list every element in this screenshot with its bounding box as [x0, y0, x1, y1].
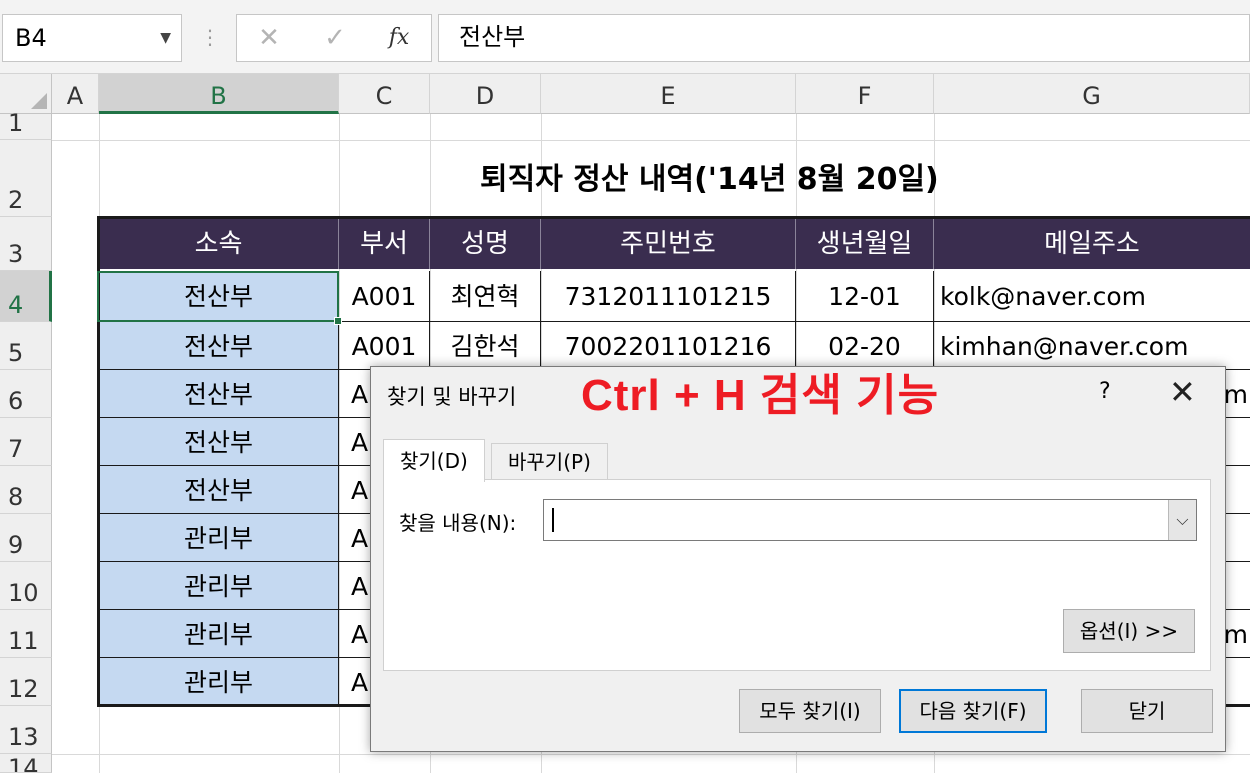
sheet-title: 퇴직자 정산 내역('14년 8월 20일) — [480, 162, 939, 197]
find-next-button[interactable]: 다음 찾기(F) — [899, 689, 1047, 733]
row-header[interactable]: 10 — [0, 562, 52, 610]
tab-replace[interactable]: 바꾸기(P) — [491, 443, 608, 479]
select-all-corner[interactable] — [0, 74, 52, 114]
tab-find[interactable]: 찾기(D) — [383, 439, 485, 482]
column-header-e[interactable]: E — [541, 74, 796, 114]
find-replace-dialog: 찾기 및 바꾸기 Ctrl + H 검색 기능 ? ✕ 찾기(D) 바꾸기(P)… — [370, 366, 1226, 752]
close-button[interactable]: 닫기 — [1081, 689, 1213, 733]
name-box[interactable]: B4 ▼ — [2, 14, 182, 62]
options-button[interactable]: 옵션(I) >> — [1063, 609, 1195, 653]
row-header[interactable]: 8 — [0, 466, 52, 514]
more-icon: ⋮ — [200, 25, 220, 49]
find-what-label: 찾을 내용(N): — [399, 511, 517, 535]
row-header[interactable]: 11 — [0, 610, 52, 658]
name-box-value: B4 — [15, 24, 47, 52]
annotation-overlay: Ctrl + H 검색 기능 — [581, 371, 940, 420]
find-what-input[interactable]: ⌵ — [543, 499, 1197, 541]
row-header[interactable]: 2 — [0, 140, 52, 217]
column-header-b[interactable]: B — [99, 74, 339, 114]
help-icon[interactable]: ? — [1099, 379, 1111, 404]
row-header[interactable]: 7 — [0, 418, 52, 466]
find-all-button[interactable]: 모두 찾기(I) — [739, 689, 881, 733]
dialog-title: 찾기 및 바꾸기 — [387, 385, 517, 409]
column-header-f[interactable]: F — [796, 74, 934, 114]
formula-input[interactable]: 전산부 — [438, 14, 1250, 62]
cancel-icon[interactable]: ✕ — [249, 23, 289, 53]
column-header-d[interactable]: D — [430, 74, 541, 114]
row-header[interactable]: 9 — [0, 514, 52, 562]
row-header[interactable]: 1 — [0, 109, 52, 140]
insert-function-icon[interactable]: fx — [379, 25, 419, 50]
row-header[interactable]: 3 — [0, 217, 52, 271]
chevron-down-icon[interactable]: ▼ — [160, 15, 171, 61]
row-header[interactable]: 12 — [0, 658, 52, 706]
formula-buttons: ✕ ✓ fx — [236, 14, 432, 62]
row-header[interactable]: 13 — [0, 706, 52, 754]
chevron-down-icon[interactable]: ⌵ — [1168, 500, 1196, 540]
column-header-g[interactable]: G — [934, 74, 1250, 114]
fill-handle[interactable] — [334, 317, 342, 325]
row-header[interactable]: 4 — [0, 271, 52, 322]
row-header[interactable]: 5 — [0, 322, 52, 370]
enter-icon[interactable]: ✓ — [315, 23, 355, 53]
column-header-c[interactable]: C — [339, 74, 430, 114]
text-caret — [552, 508, 554, 532]
active-cell[interactable] — [97, 271, 339, 322]
row-header[interactable]: 6 — [0, 370, 52, 418]
row-header[interactable]: 14 — [0, 754, 52, 773]
gridline — [52, 754, 1250, 755]
close-icon[interactable]: ✕ — [1169, 373, 1196, 411]
column-header-a[interactable]: A — [52, 74, 99, 114]
